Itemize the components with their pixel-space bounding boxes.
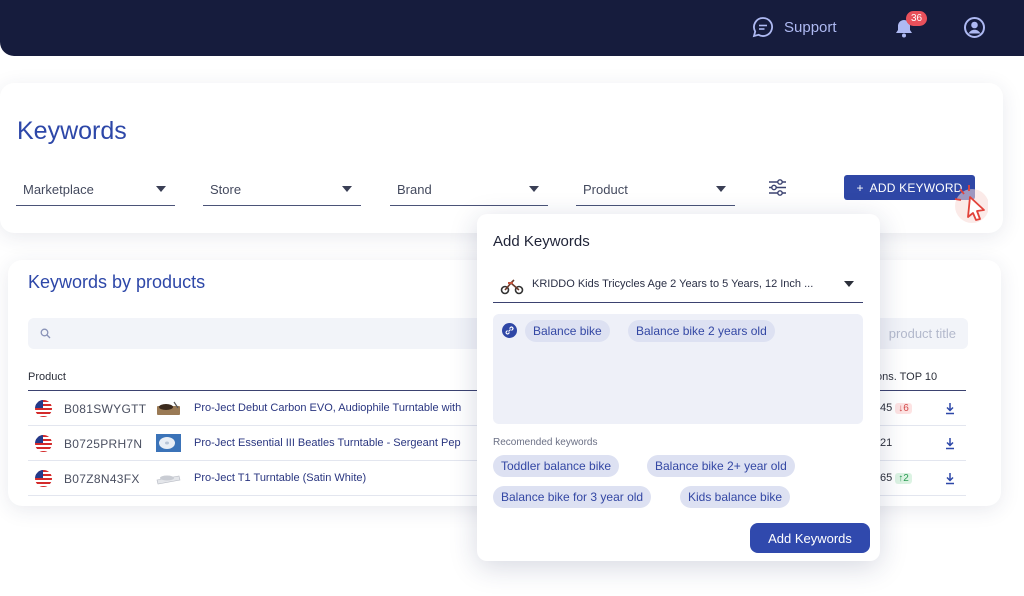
download-icon[interactable] (944, 472, 956, 485)
page-title: Keywords (17, 117, 127, 145)
brand-select[interactable]: Brand (390, 173, 548, 206)
click-cursor-icon (954, 185, 988, 223)
chevron-down-icon (156, 186, 166, 192)
chevron-down-icon (716, 186, 726, 192)
column-header-product: Product (28, 371, 66, 383)
rank-change-badge: ↓6 (895, 403, 912, 414)
search-placeholder: product title (888, 326, 956, 341)
notification-badge: 36 (906, 11, 928, 26)
user-icon[interactable] (963, 16, 986, 39)
link-icon (502, 323, 517, 338)
recommended-keyword-chip[interactable]: Balance bike 2+ year old (647, 455, 795, 477)
tricycle-thumbnail (500, 279, 524, 295)
recommended-keyword-chip[interactable]: Balance bike for 3 year old (493, 486, 652, 508)
download-icon[interactable] (944, 437, 956, 450)
store-label: Store (210, 181, 242, 197)
product-title: Pro-Ject T1 Turntable (Satin White) (194, 472, 367, 484)
search-icon (40, 328, 51, 339)
store-select[interactable]: Store (203, 173, 361, 206)
top10-value: 65 ↑2 (880, 472, 912, 484)
turntable-thumbnail (156, 475, 181, 485)
asin: B0725PRH7N (64, 437, 143, 451)
filter-settings-icon[interactable] (768, 179, 787, 196)
product-title: Pro-Ject Essential III Beatles Turntable… (194, 437, 461, 449)
recommended-label: Recomended keywords (493, 437, 598, 448)
us-flag-icon (35, 470, 52, 487)
plus-icon: + (856, 180, 864, 195)
product-select[interactable]: Product (576, 173, 735, 206)
chat-icon (752, 17, 773, 38)
add-keywords-modal: Add Keywords KRIDDO Kids Tricycles Age 2… (477, 214, 880, 561)
section-title: Keywords by products (28, 272, 206, 292)
rank-change-badge: ↑2 (895, 473, 912, 484)
product-dropdown[interactable]: KRIDDO Kids Tricycles Age 2 Years to 5 Y… (493, 269, 863, 303)
column-header-positions-top10: ons. TOP 10 (876, 371, 938, 383)
download-icon[interactable] (944, 402, 956, 415)
chevron-down-icon (844, 281, 854, 287)
us-flag-icon (35, 400, 52, 417)
support-link[interactable]: Support (752, 16, 837, 38)
selected-product: KRIDDO Kids Tricycles Age 2 Years to 5 Y… (532, 278, 814, 290)
keyword-chip[interactable]: Balance bike 2 years old (628, 320, 775, 342)
product-title: Pro-Ject Debut Carbon EVO, Audiophile Tu… (194, 402, 462, 414)
recommended-keyword-chip[interactable]: Toddler balance bike (493, 455, 620, 477)
asin: B081SWYGTT (64, 402, 147, 416)
product-label: Product (583, 181, 628, 197)
add-keywords-submit-button[interactable]: Add Keywords (750, 523, 870, 553)
top10-value: 21 (880, 437, 893, 449)
keywords-input-area[interactable]: Balance bike Balance bike 2 years old (493, 314, 863, 424)
asin: B07Z8N43FX (64, 472, 140, 486)
top-navbar: Support 36 (0, 0, 1024, 56)
turntable-thumbnail (156, 434, 181, 452)
top10-value: 45 ↓6 (880, 402, 912, 414)
recommended-keyword-chip[interactable]: Kids balance bike (680, 486, 791, 508)
modal-title: Add Keywords (493, 233, 590, 250)
brand-label: Brand (397, 181, 432, 197)
marketplace-select[interactable]: Marketplace (16, 173, 175, 206)
support-label: Support (784, 18, 837, 36)
keyword-chip[interactable]: Balance bike (525, 320, 610, 342)
keywords-header-card: Keywords Marketplace Store Brand Product… (0, 83, 1003, 233)
chevron-down-icon (529, 186, 539, 192)
us-flag-icon (35, 435, 52, 452)
chevron-down-icon (342, 186, 352, 192)
marketplace-label: Marketplace (23, 181, 94, 197)
turntable-thumbnail (157, 401, 180, 415)
